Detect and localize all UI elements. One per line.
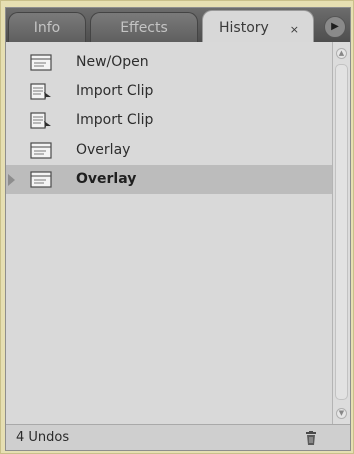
tab-effects[interactable]: Effects bbox=[90, 12, 198, 42]
history-item-import-clip[interactable]: Import Clip bbox=[6, 77, 332, 106]
tab-info[interactable]: Info bbox=[8, 12, 86, 42]
import-clip-icon bbox=[30, 83, 51, 100]
history-item-new-open[interactable]: New/Open bbox=[6, 48, 332, 77]
document-icon bbox=[30, 142, 52, 159]
document-icon bbox=[30, 171, 52, 188]
trash-icon[interactable] bbox=[306, 431, 316, 445]
history-item-overlay[interactable]: Overlay bbox=[6, 136, 332, 165]
import-clip-icon bbox=[30, 112, 51, 129]
scroll-down-icon[interactable]: ▼ bbox=[336, 408, 347, 419]
undo-count: 4 Undos bbox=[16, 430, 70, 445]
history-item-label: New/Open bbox=[76, 54, 149, 70]
tab-history-label: History bbox=[219, 20, 269, 36]
vertical-scrollbar[interactable]: ▲ ▼ bbox=[332, 42, 350, 424]
panel-menu-button[interactable]: ▶ bbox=[324, 16, 346, 38]
document-icon bbox=[30, 54, 52, 71]
scroll-up-icon[interactable]: ▲ bbox=[336, 48, 347, 59]
history-item-label: Import Clip bbox=[76, 83, 154, 99]
current-state-pointer-icon bbox=[8, 174, 15, 186]
panel-footer: 4 Undos bbox=[6, 424, 350, 450]
history-item-label: Import Clip bbox=[76, 112, 154, 128]
tab-history[interactable]: History × bbox=[202, 10, 314, 42]
panel-frame: Info Effects History × ▶ New/Open Import… bbox=[0, 0, 354, 454]
history-item-label: Overlay bbox=[76, 171, 137, 187]
scrollbar-thumb[interactable] bbox=[335, 64, 348, 400]
history-panel: Info Effects History × ▶ New/Open Import… bbox=[5, 7, 351, 451]
history-list: New/Open Import Clip Import Clip Overlay… bbox=[6, 42, 332, 424]
history-item-label: Overlay bbox=[76, 142, 131, 158]
history-item-import-clip[interactable]: Import Clip bbox=[6, 106, 332, 135]
history-item-overlay-selected[interactable]: Overlay bbox=[6, 165, 332, 194]
flyout-menu-icon: ▶ bbox=[331, 21, 339, 32]
tab-bar: Info Effects History × ▶ bbox=[6, 8, 350, 42]
